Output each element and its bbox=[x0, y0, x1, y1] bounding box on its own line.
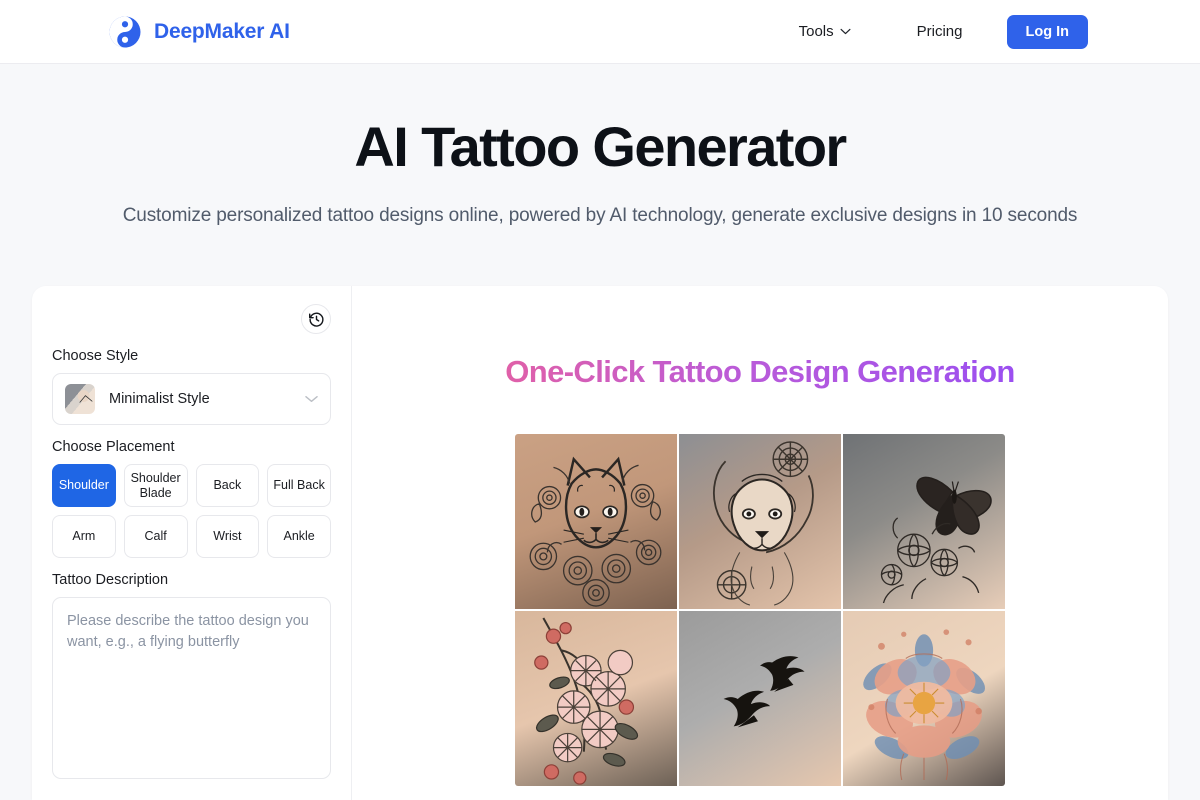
main-nav: Tools Pricing Log In bbox=[785, 14, 1088, 49]
brand-name: DeepMaker AI bbox=[154, 19, 290, 43]
swallows-tattoo-artwork bbox=[679, 611, 841, 786]
showcase-title: One-Click Tattoo Design Generation bbox=[505, 354, 1015, 389]
gallery-item-lion-mandala-tattoo[interactable] bbox=[679, 434, 841, 609]
placement-option-full-back[interactable]: Full Back bbox=[267, 464, 331, 507]
nav-item-pricing[interactable]: Pricing bbox=[903, 15, 977, 48]
hero-section: AI Tattoo Generator Customize personaliz… bbox=[0, 64, 1200, 227]
lion-mandala-tattoo-artwork bbox=[679, 434, 841, 609]
butterfly-flowers-tattoo-artwork bbox=[843, 434, 1005, 609]
cat-roses-tattoo-artwork bbox=[515, 434, 677, 609]
history-icon bbox=[308, 312, 324, 327]
gallery-item-cherry-blossom-tattoo[interactable] bbox=[515, 611, 677, 786]
cherry-blossom-tattoo-artwork bbox=[515, 611, 677, 786]
choose-placement-label: Choose Placement bbox=[52, 439, 175, 455]
page-title: AI Tattoo Generator bbox=[354, 115, 847, 178]
watercolor-peony-tattoo-artwork bbox=[843, 611, 1005, 786]
site-header: DeepMaker AI Tools Pricing Log In bbox=[0, 0, 1200, 64]
style-select[interactable]: Minimalist Style bbox=[52, 373, 331, 425]
nav-item-tools-label: Tools bbox=[798, 23, 834, 40]
history-row bbox=[52, 304, 331, 334]
nav-item-tools[interactable]: Tools bbox=[785, 15, 865, 48]
tattoo-description-input[interactable] bbox=[52, 597, 331, 779]
gallery-item-cat-roses-tattoo[interactable] bbox=[515, 434, 677, 609]
gallery-item-swallows-tattoo[interactable] bbox=[679, 611, 841, 786]
placement-option-wrist[interactable]: Wrist bbox=[195, 515, 260, 558]
gallery-item-watercolor-peony-tattoo[interactable] bbox=[843, 611, 1005, 786]
generator-card: Choose Style Minimalist Style Choose Pla… bbox=[32, 286, 1168, 800]
nav-item-pricing-label: Pricing bbox=[916, 23, 963, 40]
brand-logo[interactable]: DeepMaker AI bbox=[108, 15, 290, 49]
placement-option-shoulder-blade[interactable]: Shoulder Blade bbox=[123, 464, 188, 507]
choose-style-label: Choose Style bbox=[52, 348, 139, 364]
yinyang-icon bbox=[109, 16, 141, 47]
chevron-down-icon bbox=[305, 395, 318, 403]
placement-option-shoulder[interactable]: Shoulder bbox=[52, 464, 116, 507]
showcase-panel: One-Click Tattoo Design Generation bbox=[352, 286, 1168, 800]
login-button[interactable]: Log In bbox=[1006, 14, 1088, 49]
history-button[interactable] bbox=[301, 304, 331, 334]
style-thumbnail-icon bbox=[65, 384, 95, 414]
style-selected-value: Minimalist Style bbox=[109, 391, 210, 407]
controls-panel: Choose Style Minimalist Style Choose Pla… bbox=[32, 286, 352, 800]
showcase-gallery bbox=[515, 434, 1005, 786]
gallery-item-butterfly-flowers-tattoo[interactable] bbox=[843, 434, 1005, 609]
placement-option-back[interactable]: Back bbox=[195, 464, 260, 507]
page-subtitle: Customize personalized tattoo designs on… bbox=[122, 204, 1078, 226]
placement-option-ankle[interactable]: Ankle bbox=[267, 515, 331, 558]
placement-option-calf[interactable]: Calf bbox=[123, 515, 188, 558]
placement-options: Shoulder Shoulder Blade Back Full Back A… bbox=[52, 464, 331, 558]
chevron-down-icon bbox=[840, 28, 851, 35]
placement-option-arm[interactable]: Arm bbox=[52, 515, 116, 558]
tattoo-description-label: Tattoo Description bbox=[52, 572, 169, 588]
